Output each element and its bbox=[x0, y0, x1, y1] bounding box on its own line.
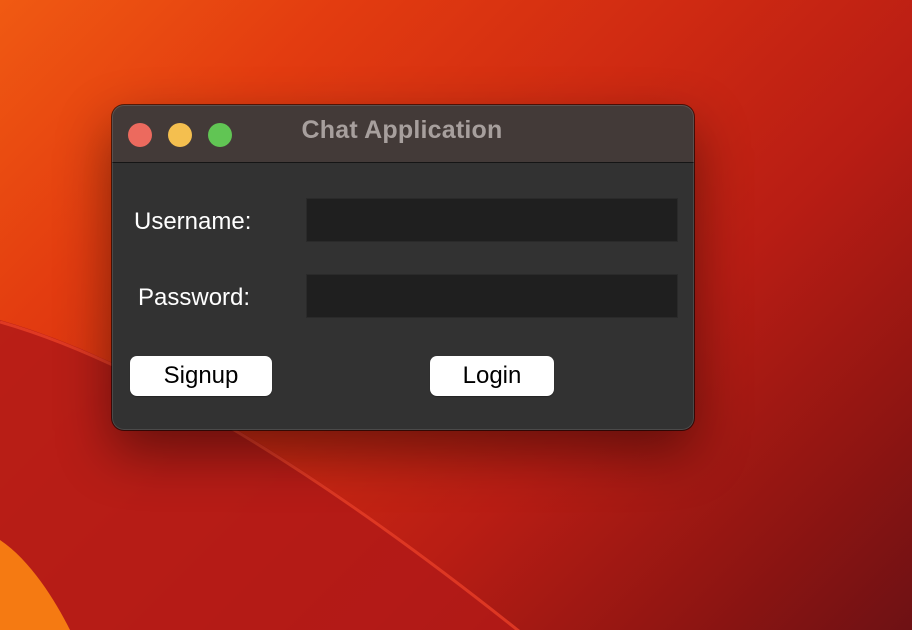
close-window-button[interactable] bbox=[128, 123, 152, 147]
signup-button[interactable]: Signup bbox=[130, 356, 272, 396]
minimize-window-button[interactable] bbox=[168, 123, 192, 147]
username-input[interactable] bbox=[306, 198, 678, 242]
username-label: Username: bbox=[134, 208, 252, 235]
login-button[interactable]: Login bbox=[430, 356, 554, 396]
zoom-window-button[interactable] bbox=[208, 123, 232, 147]
password-label: Password: bbox=[138, 284, 251, 311]
chat-app-window: Chat Application Username: Password: Sig… bbox=[112, 105, 694, 430]
window-titlebar[interactable]: Chat Application bbox=[112, 105, 694, 163]
window-title: Chat Application bbox=[301, 116, 503, 144]
password-input[interactable] bbox=[306, 274, 678, 318]
